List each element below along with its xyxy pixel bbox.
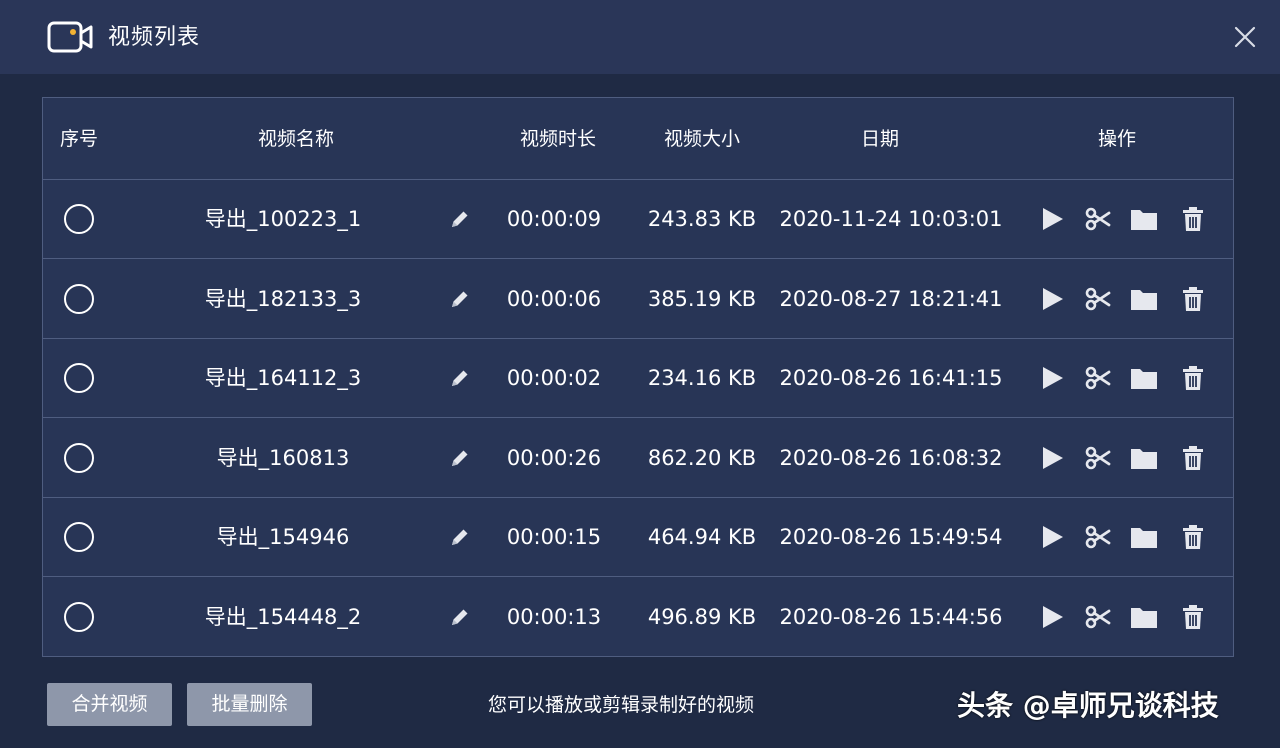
video-name: 导出_154946 <box>216 525 350 549</box>
edit-pencil-icon[interactable] <box>445 286 471 312</box>
row-select-radio[interactable] <box>64 283 94 314</box>
video-size: 243.83 KB <box>647 207 757 231</box>
play-icon[interactable] <box>1038 364 1066 392</box>
video-date: 2020-08-26 16:41:15 <box>779 366 1003 390</box>
play-icon[interactable] <box>1038 285 1066 313</box>
close-icon <box>1234 26 1256 48</box>
video-name: 导出_164112_3 <box>204 366 362 390</box>
video-date: 2020-11-24 10:03:01 <box>779 207 1003 231</box>
play-icon[interactable] <box>1038 603 1066 631</box>
video-date: 2020-08-26 15:44:56 <box>779 604 1003 629</box>
folder-icon[interactable] <box>1130 364 1158 392</box>
scissors-icon[interactable] <box>1084 205 1112 233</box>
row-select-radio[interactable] <box>64 442 94 473</box>
table-row: 导出_154448_2 00:00:13 496.89 KB 2020-08-26 1… <box>43 578 1233 657</box>
edit-pencil-icon[interactable] <box>445 445 471 471</box>
table-row: 导出_100223_1 00:00:09 243.83 KB 2020-11-24 1… <box>43 180 1233 259</box>
video-name: 导出_154448_2 <box>204 604 362 629</box>
title-bar: 视频列表 <box>0 0 1280 74</box>
trash-icon[interactable] <box>1179 205 1207 233</box>
edit-pencil-icon[interactable] <box>445 206 471 232</box>
row-select-radio[interactable] <box>64 363 94 393</box>
trash-icon[interactable] <box>1179 364 1207 392</box>
trash-icon[interactable] <box>1179 285 1207 313</box>
edit-pencil-icon[interactable] <box>445 524 471 550</box>
header-name: 视频名称 <box>257 128 335 150</box>
header-actions: 操作 <box>1097 128 1137 150</box>
edit-pencil-icon[interactable] <box>445 365 471 391</box>
scissors-icon[interactable] <box>1084 444 1112 472</box>
video-date: 2020-08-26 15:49:54 <box>779 525 1003 549</box>
window-title: 视频列表 <box>108 25 201 50</box>
video-duration: 00:00:09 <box>506 207 602 231</box>
video-size: 385.19 KB <box>647 286 757 311</box>
video-name: 导出_182133_3 <box>204 286 362 311</box>
row-select-radio[interactable] <box>64 601 94 632</box>
table-header: 序号 视频名称 视频时长 视频大小 日期 操作 <box>43 98 1233 180</box>
play-icon[interactable] <box>1038 444 1066 472</box>
video-duration: 00:00:02 <box>506 366 602 390</box>
header-index: 序号 <box>59 128 99 150</box>
play-icon[interactable] <box>1038 523 1066 551</box>
folder-icon[interactable] <box>1130 603 1158 631</box>
video-date: 2020-08-26 16:08:32 <box>779 445 1003 470</box>
folder-icon[interactable] <box>1130 285 1158 313</box>
video-size: 862.20 KB <box>647 445 757 470</box>
trash-icon[interactable] <box>1179 523 1207 551</box>
folder-icon[interactable] <box>1130 444 1158 472</box>
table-row: 导出_182133_3 00:00:06 385.19 KB 2020-08-27 1… <box>43 260 1233 339</box>
hint-text: 您可以播放或剪辑录制好的视频 <box>488 694 755 716</box>
trash-icon[interactable] <box>1179 444 1207 472</box>
folder-icon[interactable] <box>1130 523 1158 551</box>
scissors-icon[interactable] <box>1084 603 1112 631</box>
video-camera-icon <box>47 21 93 53</box>
header-size: 视频大小 <box>663 128 741 150</box>
watermark: 头条 @卓师兄谈科技 <box>957 689 1219 722</box>
video-duration: 00:00:06 <box>506 286 602 311</box>
video-size: 234.16 KB <box>647 366 757 390</box>
table-row: 导出_160813 00:00:26 862.20 KB 2020-08-26 16:… <box>43 419 1233 498</box>
header-duration: 视频时长 <box>519 128 597 150</box>
close-button[interactable] <box>1228 20 1262 54</box>
video-duration: 00:00:13 <box>506 604 602 629</box>
table-row: 导出_164112_3 00:00:02 234.16 KB 2020-08-26 1… <box>43 339 1233 418</box>
video-name: 导出_160813 <box>216 445 350 470</box>
table-row: 导出_154946 00:00:15 464.94 KB 2020-08-26 15:… <box>43 498 1233 577</box>
video-list-table: 序号 视频名称 视频时长 视频大小 日期 操作 导出_100223_1 00:00… <box>42 97 1234 657</box>
scissors-icon[interactable] <box>1084 285 1112 313</box>
header-date: 日期 <box>860 128 900 150</box>
merge-videos-button[interactable]: 合并视频 <box>47 683 172 726</box>
video-name: 导出_100223_1 <box>204 207 362 231</box>
folder-icon[interactable] <box>1130 205 1158 233</box>
play-icon[interactable] <box>1038 205 1066 233</box>
scissors-icon[interactable] <box>1084 523 1112 551</box>
trash-icon[interactable] <box>1179 603 1207 631</box>
video-duration: 00:00:26 <box>506 445 602 470</box>
edit-pencil-icon[interactable] <box>445 604 471 630</box>
row-select-radio[interactable] <box>64 204 94 234</box>
video-size: 464.94 KB <box>647 525 757 549</box>
row-select-radio[interactable] <box>64 522 94 552</box>
video-date: 2020-08-27 18:21:41 <box>779 286 1003 311</box>
video-duration: 00:00:15 <box>506 525 602 549</box>
video-size: 496.89 KB <box>647 604 757 629</box>
batch-delete-button[interactable]: 批量删除 <box>187 683 312 726</box>
scissors-icon[interactable] <box>1084 364 1112 392</box>
